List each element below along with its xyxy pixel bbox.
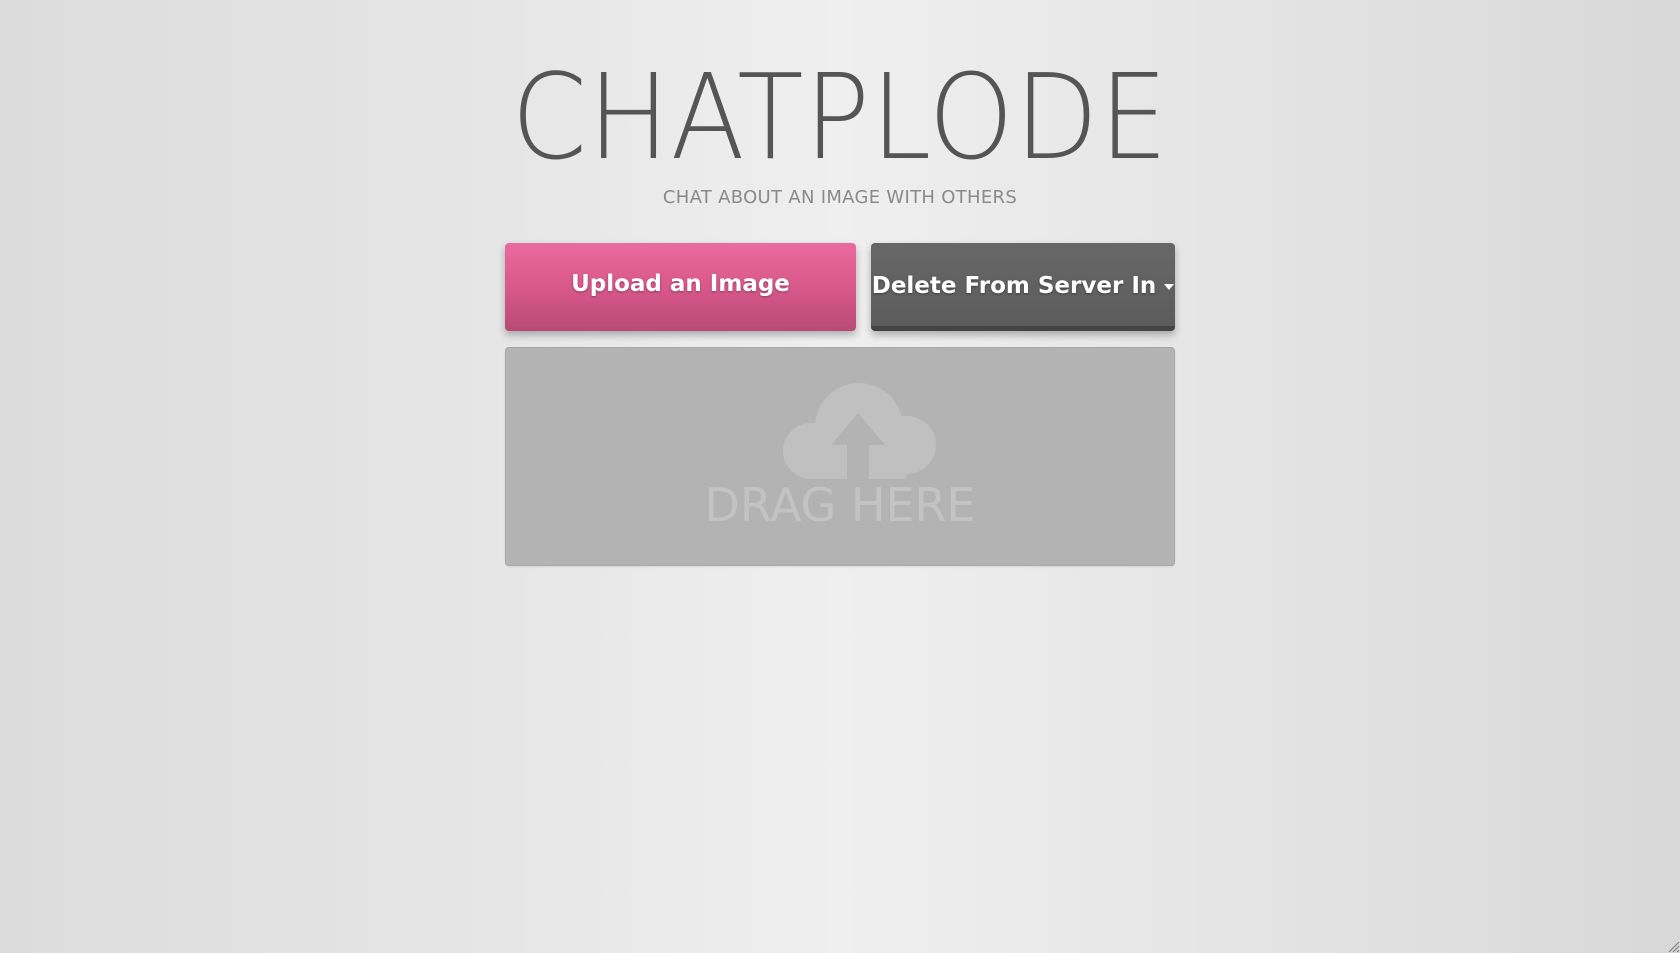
delete-timer-label: Delete From Server In	[871, 272, 1157, 299]
app-title: CHATPLODE	[511, 48, 1169, 186]
delete-timer-dropdown[interactable]: Delete From Server In	[871, 243, 1175, 331]
resize-grip-icon[interactable]	[1666, 939, 1680, 953]
drag-here-label: DRAG HERE	[704, 478, 976, 532]
caret-down-icon	[1164, 283, 1175, 290]
upload-image-label: Upload an Image	[571, 271, 790, 297]
upload-image-button[interactable]: Upload an Image	[505, 243, 856, 331]
cloud-upload-icon	[783, 383, 936, 479]
app-subtitle: CHAT ABOUT AN IMAGE WITH OTHERS	[662, 187, 1018, 208]
image-drop-zone[interactable]: DRAG HERE	[505, 347, 1175, 566]
